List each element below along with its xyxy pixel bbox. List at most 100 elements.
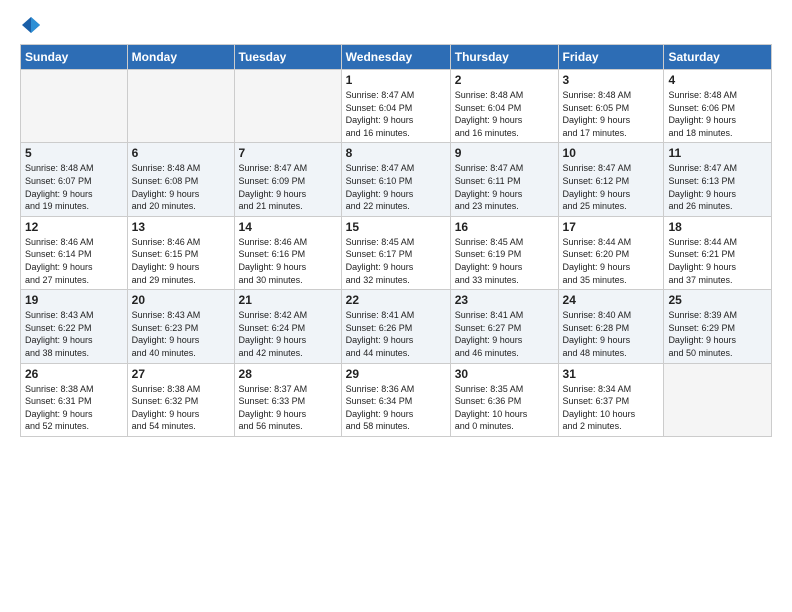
calendar-week-row: 1Sunrise: 8:47 AM Sunset: 6:04 PM Daylig… <box>21 70 772 143</box>
calendar-header-row: SundayMondayTuesdayWednesdayThursdayFrid… <box>21 45 772 70</box>
day-header-tuesday: Tuesday <box>234 45 341 70</box>
day-info: Sunrise: 8:47 AM Sunset: 6:13 PM Dayligh… <box>668 162 767 212</box>
day-number: 17 <box>563 220 660 234</box>
calendar-cell: 22 Sunrise: 8:41 AM Sunset: 6:26 PM Dayli… <box>341 290 450 363</box>
day-number: 19 <box>25 293 123 307</box>
calendar-cell: 17 Sunrise: 8:44 AM Sunset: 6:20 PM Dayli… <box>558 216 664 289</box>
calendar-cell: 5 Sunrise: 8:48 AM Sunset: 6:07 PM Daylig… <box>21 143 128 216</box>
calendar-cell <box>127 70 234 143</box>
day-number: 1 <box>346 73 446 87</box>
day-info: Sunrise: 8:48 AM Sunset: 6:07 PM Dayligh… <box>25 162 123 212</box>
day-header-thursday: Thursday <box>450 45 558 70</box>
logo <box>20 16 40 34</box>
day-info: Sunrise: 8:48 AM Sunset: 6:08 PM Dayligh… <box>132 162 230 212</box>
day-number: 16 <box>455 220 554 234</box>
day-number: 15 <box>346 220 446 234</box>
calendar-cell: 18Sunrise: 8:44 AM Sunset: 6:21 PM Dayli… <box>664 216 772 289</box>
calendar-cell: 19 Sunrise: 8:43 AM Sunset: 6:22 PM Dayli… <box>21 290 128 363</box>
day-info: Sunrise: 8:43 AM Sunset: 6:22 PM Dayligh… <box>25 309 123 359</box>
day-info: Sunrise: 8:38 AM Sunset: 6:32 PM Dayligh… <box>132 383 230 433</box>
day-info: Sunrise: 8:46 AM Sunset: 6:15 PM Dayligh… <box>132 236 230 286</box>
day-number: 30 <box>455 367 554 381</box>
day-number: 21 <box>239 293 337 307</box>
day-number: 29 <box>346 367 446 381</box>
calendar-cell: 7 Sunrise: 8:47 AM Sunset: 6:09 PM Daylig… <box>234 143 341 216</box>
day-info: Sunrise: 8:48 AM Sunset: 6:04 PM Dayligh… <box>455 89 554 139</box>
calendar-cell: 6 Sunrise: 8:48 AM Sunset: 6:08 PM Daylig… <box>127 143 234 216</box>
day-info: Sunrise: 8:48 AM Sunset: 6:06 PM Dayligh… <box>668 89 767 139</box>
day-number: 2 <box>455 73 554 87</box>
calendar-cell: 1Sunrise: 8:47 AM Sunset: 6:04 PM Daylig… <box>341 70 450 143</box>
day-info: Sunrise: 8:43 AM Sunset: 6:23 PM Dayligh… <box>132 309 230 359</box>
day-number: 28 <box>239 367 337 381</box>
day-info: Sunrise: 8:37 AM Sunset: 6:33 PM Dayligh… <box>239 383 337 433</box>
calendar-cell: 27 Sunrise: 8:38 AM Sunset: 6:32 PM Dayli… <box>127 363 234 436</box>
calendar-cell: 26 Sunrise: 8:38 AM Sunset: 6:31 PM Dayli… <box>21 363 128 436</box>
calendar-cell: 16 Sunrise: 8:45 AM Sunset: 6:19 PM Dayli… <box>450 216 558 289</box>
calendar-cell: 24 Sunrise: 8:40 AM Sunset: 6:28 PM Dayli… <box>558 290 664 363</box>
calendar-cell: 3 Sunrise: 8:48 AM Sunset: 6:05 PM Daylig… <box>558 70 664 143</box>
day-info: Sunrise: 8:48 AM Sunset: 6:05 PM Dayligh… <box>563 89 660 139</box>
day-info: Sunrise: 8:36 AM Sunset: 6:34 PM Dayligh… <box>346 383 446 433</box>
day-number: 7 <box>239 146 337 160</box>
day-number: 20 <box>132 293 230 307</box>
day-number: 14 <box>239 220 337 234</box>
calendar-cell: 12Sunrise: 8:46 AM Sunset: 6:14 PM Dayli… <box>21 216 128 289</box>
calendar-cell: 4Sunrise: 8:48 AM Sunset: 6:06 PM Daylig… <box>664 70 772 143</box>
day-info: Sunrise: 8:47 AM Sunset: 6:12 PM Dayligh… <box>563 162 660 212</box>
calendar-table: SundayMondayTuesdayWednesdayThursdayFrid… <box>20 44 772 437</box>
day-header-wednesday: Wednesday <box>341 45 450 70</box>
day-info: Sunrise: 8:35 AM Sunset: 6:36 PM Dayligh… <box>455 383 554 433</box>
logo-flag-icon <box>22 16 40 34</box>
calendar-cell: 28 Sunrise: 8:37 AM Sunset: 6:33 PM Dayli… <box>234 363 341 436</box>
day-number: 25 <box>668 293 767 307</box>
calendar-cell: 14 Sunrise: 8:46 AM Sunset: 6:16 PM Dayli… <box>234 216 341 289</box>
day-info: Sunrise: 8:40 AM Sunset: 6:28 PM Dayligh… <box>563 309 660 359</box>
day-info: Sunrise: 8:44 AM Sunset: 6:20 PM Dayligh… <box>563 236 660 286</box>
calendar-cell: 10Sunrise: 8:47 AM Sunset: 6:12 PM Dayli… <box>558 143 664 216</box>
calendar-cell: 20 Sunrise: 8:43 AM Sunset: 6:23 PM Dayli… <box>127 290 234 363</box>
day-number: 22 <box>346 293 446 307</box>
day-info: Sunrise: 8:42 AM Sunset: 6:24 PM Dayligh… <box>239 309 337 359</box>
day-number: 24 <box>563 293 660 307</box>
calendar-cell: 23 Sunrise: 8:41 AM Sunset: 6:27 PM Dayli… <box>450 290 558 363</box>
day-info: Sunrise: 8:47 AM Sunset: 6:10 PM Dayligh… <box>346 162 446 212</box>
calendar-cell: 25Sunrise: 8:39 AM Sunset: 6:29 PM Dayli… <box>664 290 772 363</box>
day-number: 27 <box>132 367 230 381</box>
day-info: Sunrise: 8:46 AM Sunset: 6:16 PM Dayligh… <box>239 236 337 286</box>
day-number: 13 <box>132 220 230 234</box>
day-info: Sunrise: 8:41 AM Sunset: 6:26 PM Dayligh… <box>346 309 446 359</box>
header <box>20 16 772 34</box>
day-number: 8 <box>346 146 446 160</box>
calendar-cell: 8 Sunrise: 8:47 AM Sunset: 6:10 PM Daylig… <box>341 143 450 216</box>
day-number: 23 <box>455 293 554 307</box>
day-info: Sunrise: 8:45 AM Sunset: 6:19 PM Dayligh… <box>455 236 554 286</box>
day-number: 26 <box>25 367 123 381</box>
calendar-cell <box>21 70 128 143</box>
day-info: Sunrise: 8:38 AM Sunset: 6:31 PM Dayligh… <box>25 383 123 433</box>
calendar-cell: 15Sunrise: 8:45 AM Sunset: 6:17 PM Dayli… <box>341 216 450 289</box>
day-info: Sunrise: 8:47 AM Sunset: 6:11 PM Dayligh… <box>455 162 554 212</box>
day-number: 9 <box>455 146 554 160</box>
calendar-week-row: 19 Sunrise: 8:43 AM Sunset: 6:22 PM Dayli… <box>21 290 772 363</box>
day-info: Sunrise: 8:34 AM Sunset: 6:37 PM Dayligh… <box>563 383 660 433</box>
day-info: Sunrise: 8:41 AM Sunset: 6:27 PM Dayligh… <box>455 309 554 359</box>
day-number: 6 <box>132 146 230 160</box>
calendar-cell <box>234 70 341 143</box>
day-header-sunday: Sunday <box>21 45 128 70</box>
calendar-cell: 21 Sunrise: 8:42 AM Sunset: 6:24 PM Dayli… <box>234 290 341 363</box>
calendar-cell: 9 Sunrise: 8:47 AM Sunset: 6:11 PM Daylig… <box>450 143 558 216</box>
day-number: 3 <box>563 73 660 87</box>
day-info: Sunrise: 8:47 AM Sunset: 6:09 PM Dayligh… <box>239 162 337 212</box>
calendar-cell: 30 Sunrise: 8:35 AM Sunset: 6:36 PM Dayli… <box>450 363 558 436</box>
day-header-monday: Monday <box>127 45 234 70</box>
day-number: 31 <box>563 367 660 381</box>
calendar-cell: 2 Sunrise: 8:48 AM Sunset: 6:04 PM Daylig… <box>450 70 558 143</box>
calendar-cell: 11 Sunrise: 8:47 AM Sunset: 6:13 PM Dayli… <box>664 143 772 216</box>
day-info: Sunrise: 8:46 AM Sunset: 6:14 PM Dayligh… <box>25 236 123 286</box>
calendar-cell: 31 Sunrise: 8:34 AM Sunset: 6:37 PM Dayli… <box>558 363 664 436</box>
day-number: 18 <box>668 220 767 234</box>
calendar-week-row: 12Sunrise: 8:46 AM Sunset: 6:14 PM Dayli… <box>21 216 772 289</box>
day-number: 11 <box>668 146 767 160</box>
day-number: 5 <box>25 146 123 160</box>
